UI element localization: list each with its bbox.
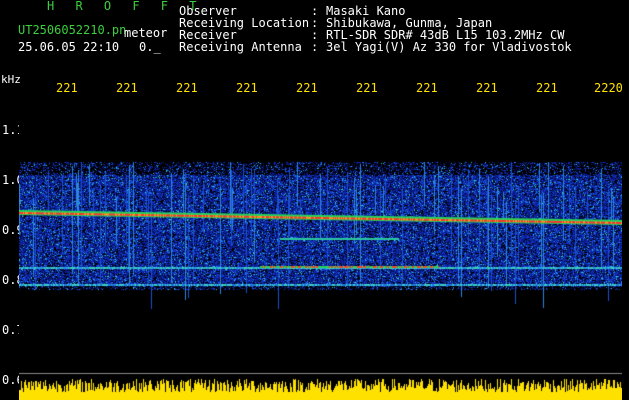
spectrogram (19, 100, 622, 400)
time-tick: 221 (296, 81, 318, 95)
file-name: UT2506052210.pn (18, 23, 127, 37)
time-tick: 221 (536, 81, 558, 95)
time-tick: 221 (176, 81, 198, 95)
meteor-label: meteor (124, 26, 168, 40)
info-label-antenna: Receiving Antenna (179, 40, 302, 54)
info-value-antenna: 3el Yagi(V) Az 330 for Vladivostok (326, 40, 572, 54)
timestamp: 25.06.05 22:10 (18, 40, 120, 54)
time-tick: 221 (56, 81, 78, 95)
time-tick: 221 (236, 81, 258, 95)
time-tick: 221 (416, 81, 438, 95)
status-text: 0._ (139, 40, 161, 54)
time-tick: 2220 (594, 81, 623, 95)
freq-unit-label: kHz (1, 73, 21, 86)
time-tick: 221 (356, 81, 378, 95)
info-sep: : (311, 40, 319, 54)
time-tick: 221 (476, 81, 498, 95)
time-tick: 221 (116, 81, 138, 95)
